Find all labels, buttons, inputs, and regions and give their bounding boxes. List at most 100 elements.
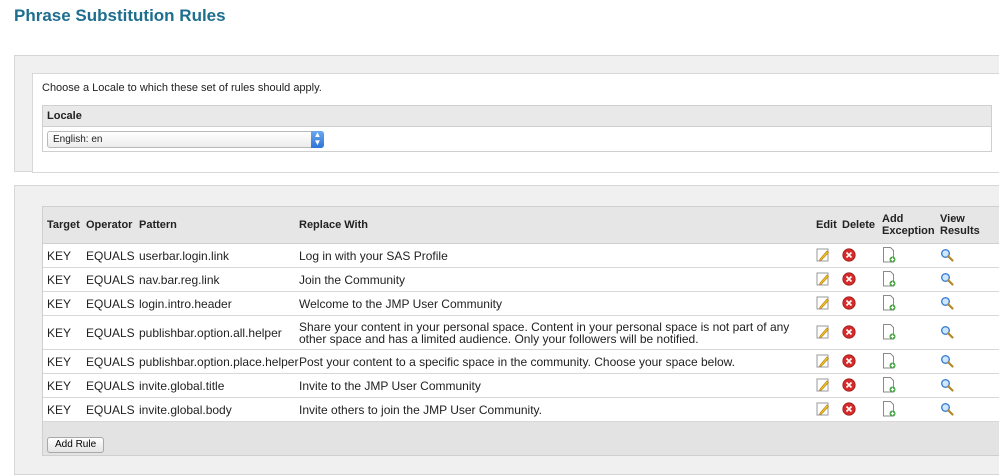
table-header-row: Target Operator Pattern Replace With Edi…: [43, 207, 999, 244]
cell-view-results: [936, 291, 999, 316]
cell-delete: [838, 267, 878, 292]
delete-x-icon[interactable]: [842, 377, 856, 394]
cell-edit: [812, 243, 838, 268]
cell-edit: [812, 349, 838, 374]
locale-prompt: Choose a Locale to which these set of ru…: [42, 82, 322, 94]
magnifier-icon[interactable]: [940, 378, 954, 394]
table-row: KEY EQUALS userbar.login.link Log in wit…: [43, 243, 999, 268]
col-delete: Delete: [838, 207, 878, 244]
cell-delete: [838, 291, 878, 316]
cell-delete: [838, 315, 878, 350]
table-row: KEY EQUALS nav.bar.reg.link Join the Com…: [43, 267, 999, 292]
add-document-icon[interactable]: [882, 376, 896, 395]
table-row: KEY EQUALS invite.global.body Invite oth…: [43, 397, 999, 422]
cell-replace: Post your content to a specific space in…: [295, 349, 812, 374]
magnifier-icon[interactable]: [940, 296, 954, 312]
col-target: Target: [43, 207, 82, 244]
cell-replace: Share your content in your personal spac…: [295, 315, 812, 350]
cell-pattern: publishbar.option.place.helper: [135, 349, 298, 374]
cell-pattern: userbar.login.link: [135, 243, 295, 268]
delete-x-icon[interactable]: [842, 324, 856, 341]
table-row: KEY EQUALS login.intro.header Welcome to…: [43, 291, 999, 316]
cell-pattern: nav.bar.reg.link: [135, 267, 295, 292]
cell-target: KEY: [43, 267, 82, 292]
magnifier-icon[interactable]: [940, 248, 954, 264]
pencil-icon[interactable]: [816, 272, 830, 288]
cell-add-exception: [878, 267, 936, 292]
rules-table: Target Operator Pattern Replace With Edi…: [43, 207, 999, 422]
pencil-icon[interactable]: [816, 296, 830, 312]
cell-add-exception: [878, 243, 936, 268]
cell-add-exception: [878, 291, 936, 316]
delete-x-icon[interactable]: [842, 401, 856, 418]
cell-target: KEY: [43, 397, 82, 422]
cell-pattern: invite.global.title: [135, 373, 295, 398]
col-pattern: Pattern: [135, 207, 295, 244]
cell-edit: [812, 373, 838, 398]
cell-operator: EQUALS: [82, 243, 135, 268]
pencil-icon[interactable]: [816, 248, 830, 264]
select-arrows-icon: ▲ ▼: [311, 131, 324, 148]
col-operator: Operator: [82, 207, 135, 244]
add-document-icon[interactable]: [882, 352, 896, 371]
cell-operator: EQUALS: [82, 397, 135, 422]
add-document-icon[interactable]: [882, 323, 896, 342]
delete-x-icon[interactable]: [842, 247, 856, 264]
cell-add-exception: [878, 315, 936, 350]
magnifier-icon[interactable]: [940, 325, 954, 341]
cell-replace: Invite to the JMP User Community: [295, 373, 812, 398]
cell-operator: EQUALS: [82, 373, 135, 398]
locale-select[interactable]: English: en ▲ ▼: [47, 131, 324, 148]
table-row: KEY EQUALS publishbar.option.all.helper …: [43, 315, 999, 350]
cell-pattern: publishbar.option.all.helper: [135, 315, 295, 350]
pencil-icon[interactable]: [816, 402, 830, 418]
col-add-exception: Add Exception: [878, 207, 936, 244]
col-view-results: View Results: [936, 207, 999, 244]
pencil-icon[interactable]: [816, 378, 830, 394]
cell-replace: Join the Community: [295, 267, 812, 292]
pencil-icon[interactable]: [816, 325, 830, 341]
add-document-icon[interactable]: [882, 400, 896, 419]
cell-target: KEY: [43, 373, 82, 398]
magnifier-icon[interactable]: [940, 402, 954, 418]
delete-x-icon[interactable]: [842, 295, 856, 312]
add-rule-button[interactable]: Add Rule: [47, 437, 105, 453]
cell-add-exception: [878, 397, 936, 422]
cell-view-results: [936, 243, 999, 268]
cell-view-results: [936, 349, 999, 374]
cell-replace: Invite others to join the JMP User Commu…: [295, 397, 812, 422]
magnifier-icon[interactable]: [940, 272, 954, 288]
cell-delete: [838, 397, 878, 422]
cell-replace: Welcome to the JMP User Community: [295, 291, 812, 316]
delete-x-icon[interactable]: [842, 353, 856, 370]
cell-delete: [838, 243, 878, 268]
cell-add-exception: [878, 373, 936, 398]
add-document-icon[interactable]: [882, 246, 896, 265]
cell-edit: [812, 397, 838, 422]
locale-section: Choose a Locale to which these set of ru…: [32, 73, 999, 173]
cell-view-results: [936, 397, 999, 422]
cell-add-exception: [878, 349, 936, 374]
cell-target: KEY: [43, 315, 82, 350]
add-document-icon[interactable]: [882, 270, 896, 289]
cell-delete: [838, 349, 878, 374]
magnifier-icon[interactable]: [940, 354, 954, 370]
cell-view-results: [936, 267, 999, 292]
locale-header: Locale: [43, 106, 991, 127]
add-document-icon[interactable]: [882, 294, 896, 313]
col-edit: Edit: [812, 207, 838, 244]
table-row: KEY EQUALS publishbar.option.place.helpe…: [43, 349, 999, 374]
cell-view-results: [936, 373, 999, 398]
cell-pattern: login.intro.header: [135, 291, 295, 316]
cell-delete: [838, 373, 878, 398]
delete-x-icon[interactable]: [842, 271, 856, 288]
pencil-icon[interactable]: [816, 354, 830, 370]
cell-edit: [812, 291, 838, 316]
cell-pattern: invite.global.body: [135, 397, 295, 422]
rules-panel: Target Operator Pattern Replace With Edi…: [14, 185, 999, 475]
locale-panel: Choose a Locale to which these set of ru…: [14, 55, 999, 173]
page-title: Phrase Substitution Rules: [14, 6, 226, 25]
cell-operator: EQUALS: [82, 291, 135, 316]
cell-edit: [812, 315, 838, 350]
cell-view-results: [936, 315, 999, 350]
